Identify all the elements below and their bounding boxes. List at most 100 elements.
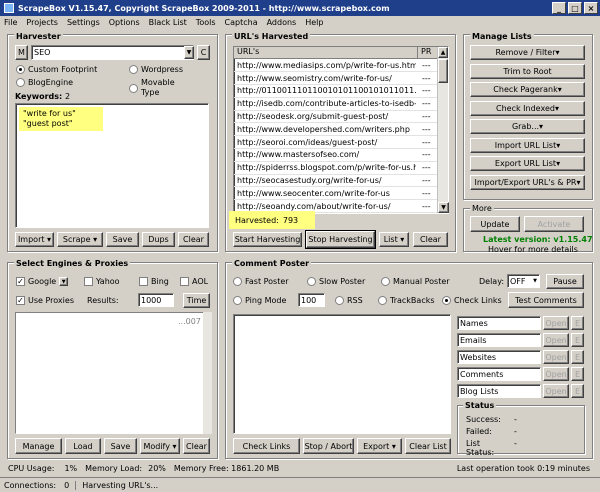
url-row[interactable]: http://www.mediasips.com/p/write-for-us.…	[234, 59, 438, 73]
url-row[interactable]: http://isedb.com/contribute-articles-to-…	[234, 98, 438, 111]
edit-button[interactable]: E	[571, 367, 584, 381]
radio-movable-icon[interactable]	[129, 83, 138, 93]
update-button[interactable]: Update	[470, 216, 520, 232]
manage-button-check-pagerank[interactable]: Check Pagerank ▾	[470, 82, 585, 97]
radio-blogengine-icon[interactable]	[16, 78, 25, 87]
radio-custom-footprint[interactable]: Custom Footprint	[16, 65, 97, 74]
close-button[interactable]: ×	[584, 2, 598, 14]
proxy-list[interactable]: ...007	[15, 312, 211, 434]
delay-select[interactable]: OFF ▼	[507, 274, 540, 288]
engine-bing[interactable]: Bing	[139, 277, 169, 286]
bing-checkbox[interactable]	[139, 277, 148, 286]
urls-scrollbar[interactable]: ▲ ▼	[437, 47, 449, 213]
chevron-down-icon[interactable]: ▼	[184, 46, 194, 59]
radio-wordpress-icon[interactable]	[129, 65, 138, 74]
manage-button-grab-[interactable]: Grab... ▾	[470, 119, 585, 134]
ping-input[interactable]: 100	[298, 293, 325, 307]
menu-captcha[interactable]: Captcha	[225, 18, 258, 27]
url-row[interactable]: http://seodesk.org/submit-guest-post/ ---	[234, 111, 438, 124]
harvester-clear-button[interactable]: Clear	[178, 232, 209, 247]
url-row[interactable]: http://www.seomistry.com/write-for-us/ --…	[234, 72, 438, 86]
open-button[interactable]: Open	[543, 333, 569, 347]
url-row[interactable]: http://spiderrss.blogspot.com/p/write-fo…	[234, 162, 438, 175]
menu-help[interactable]: Help	[305, 18, 323, 27]
open-button[interactable]: Open	[543, 316, 569, 330]
proxy-modify-button[interactable]: Modify ▾	[140, 438, 180, 454]
harvester-m-button[interactable]: M	[15, 45, 28, 60]
keywords-textarea[interactable]: "write for us" "guest post"	[15, 103, 209, 228]
radio-movable-type[interactable]: Movable Type	[129, 78, 191, 98]
results-input[interactable]: 1000	[138, 293, 174, 307]
dups-button[interactable]: Dups	[142, 232, 175, 247]
manage-button-export-url-list[interactable]: Export URL List ▾	[470, 156, 585, 171]
edit-button[interactable]: E	[571, 316, 584, 330]
radio-wordpress[interactable]: Wordpress	[129, 65, 183, 74]
menu-projects[interactable]: Projects	[26, 18, 58, 27]
edit-button[interactable]: E	[571, 384, 584, 398]
radio-manual-poster[interactable]: Manual Poster	[381, 277, 450, 286]
engine-yahoo[interactable]: Yahoo	[84, 277, 120, 286]
use-proxies[interactable]: ✓ Use Proxies	[16, 296, 74, 305]
aol-checkbox[interactable]	[180, 277, 189, 286]
open-button[interactable]: Open	[543, 367, 569, 381]
manage-button-trim-to-root[interactable]: Trim to Root	[470, 63, 585, 79]
yahoo-checkbox[interactable]	[84, 277, 93, 286]
proxy-scrollbar[interactable]	[203, 312, 212, 434]
radio-trackbacks[interactable]: TrackBacks	[378, 296, 435, 305]
manage-button-check-indexed[interactable]: Check Indexed ▾	[470, 100, 585, 116]
radio-ping-mode[interactable]: Ping Mode	[233, 296, 286, 305]
menu-addons[interactable]: Addons	[267, 18, 297, 27]
url-row[interactable]: http://011001110110010101100101011011.co…	[234, 85, 438, 98]
check-links-button[interactable]: Check Links	[233, 438, 300, 454]
open-button[interactable]: Open	[543, 350, 569, 364]
scroll-down-icon[interactable]: ▼	[438, 202, 449, 213]
proxy-load-button[interactable]: Load	[65, 438, 101, 454]
proxy-manage-button[interactable]: Manage	[15, 438, 62, 454]
field-comments[interactable]: Comments	[457, 367, 541, 381]
use-proxies-checkbox[interactable]: ✓	[16, 296, 25, 305]
scroll-thumb[interactable]	[438, 59, 448, 83]
activate-button[interactable]: Activate	[524, 216, 584, 232]
field-emails[interactable]: Emails	[457, 333, 541, 347]
field-names[interactable]: Names	[457, 316, 541, 330]
radio-trackbacks-icon[interactable]	[378, 296, 387, 305]
poster-log-area[interactable]	[233, 314, 451, 434]
urls-list[interactable]: URL's PR http://www.mediasips.com/p/writ…	[233, 46, 449, 214]
manage-button-remove-filter[interactable]: Remove / Filter ▾	[470, 45, 585, 60]
menu-options[interactable]: Options	[109, 18, 140, 27]
col-url-header[interactable]: URL's	[234, 47, 418, 59]
field-blog-lists[interactable]: Blog Lists	[457, 384, 541, 398]
col-pr-header[interactable]: PR	[418, 47, 431, 58]
proxy-save-button[interactable]: Save	[104, 438, 137, 454]
radio-slow-icon[interactable]	[307, 277, 316, 286]
footprint-select[interactable]: SEO	[31, 45, 194, 60]
url-row[interactable]: http://seoroi.com/ideas/guest-post/ ---	[234, 136, 438, 150]
chevron-down-icon[interactable]: ▼	[59, 277, 69, 286]
manage-button-import-export-url-s-pr[interactable]: Import/Export URL's & PR ▾	[470, 174, 585, 190]
menu-blacklist[interactable]: Black List	[149, 18, 187, 27]
engine-google[interactable]: ✓ Google ▼	[16, 277, 69, 286]
start-harvesting-button[interactable]: Start Harvesting	[233, 232, 302, 247]
pause-button[interactable]: Pause	[546, 274, 584, 289]
scrape-button[interactable]: Scrape ▾	[57, 232, 103, 247]
url-row[interactable]: http://www.mastersofseo.com/ ---	[234, 149, 438, 162]
edit-button[interactable]: E	[571, 333, 584, 347]
radio-ping-icon[interactable]	[233, 296, 242, 305]
menu-tools[interactable]: Tools	[196, 18, 216, 27]
maximize-button[interactable]: □	[568, 2, 582, 14]
import-button[interactable]: Import ▾	[15, 232, 54, 247]
open-button[interactable]: Open	[543, 384, 569, 398]
radio-fast-icon[interactable]	[233, 277, 242, 286]
radio-rss[interactable]: RSS	[335, 296, 363, 305]
url-row[interactable]: http://www.seocenter.com/write-for-us ---	[234, 187, 438, 201]
minimize-button[interactable]: _	[552, 2, 566, 14]
proxy-clear-button[interactable]: Clear	[183, 438, 210, 454]
stop-harvesting-button[interactable]: Stop Harvesting	[305, 230, 376, 249]
field-websites[interactable]: Websites	[457, 350, 541, 364]
manage-button-import-url-list[interactable]: Import URL List ▾	[470, 137, 585, 153]
url-row[interactable]: http://seocasestudy.org/write-for-us/ ---	[234, 175, 438, 188]
radio-slow-poster[interactable]: Slow Poster	[307, 277, 365, 286]
stop-abort-button[interactable]: Stop / Abort	[303, 438, 354, 454]
menu-file[interactable]: File	[4, 18, 17, 27]
test-comments-button[interactable]: Test Comments	[508, 292, 584, 308]
